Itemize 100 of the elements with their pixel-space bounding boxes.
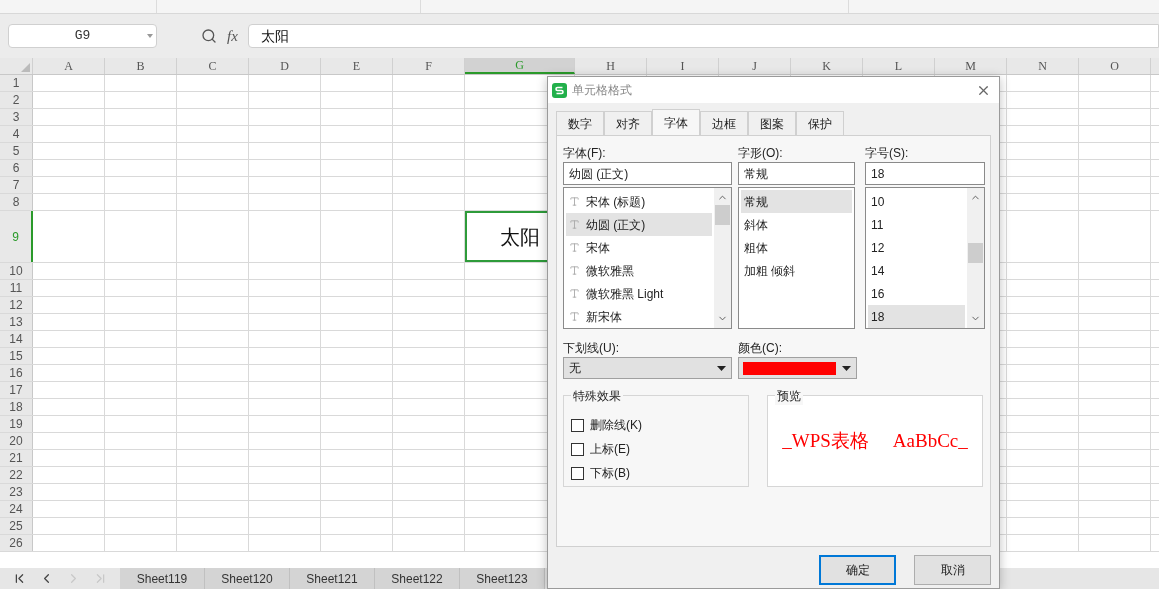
row-header[interactable]: 7 (0, 177, 33, 193)
sheet-tab[interactable]: Sheet119 (120, 568, 205, 589)
row-header[interactable]: 19 (0, 416, 33, 432)
list-item[interactable]: 新宋体 (566, 305, 712, 328)
list-item[interactable]: 幼圆 (正文) (566, 213, 712, 236)
row-header[interactable]: 6 (0, 160, 33, 176)
column-header[interactable]: E (321, 58, 393, 74)
dialog-tab[interactable]: 对齐 (604, 111, 652, 135)
underline-dropdown[interactable]: 无 (563, 357, 732, 379)
sheet-tab[interactable]: Sheet121 (290, 568, 375, 589)
list-item[interactable]: 宋体 (标题) (566, 190, 712, 213)
list-item[interactable]: 10 (868, 190, 965, 213)
list-item[interactable]: 12 (868, 236, 965, 259)
field-label: 下划线(U): (563, 340, 620, 357)
row-header[interactable]: 10 (0, 263, 33, 279)
dialog-tab[interactable]: 保护 (796, 111, 844, 135)
caret-icon (717, 365, 726, 371)
row-header[interactable]: 8 (0, 194, 33, 210)
list-item[interactable]: 11 (868, 213, 965, 236)
field-label: 字体(F): (563, 145, 607, 162)
text-field[interactable]: 幼圆 (正文) (563, 162, 732, 185)
column-header[interactable]: C (177, 58, 249, 74)
row-header[interactable]: 3 (0, 109, 33, 125)
column-header[interactable]: D (249, 58, 321, 74)
row-header[interactable]: 11 (0, 280, 33, 296)
list-item[interactable]: 斜体 (741, 213, 852, 236)
scrollbar[interactable] (967, 188, 984, 328)
field-label: 颜色(C): (738, 340, 783, 357)
font-type-icon (569, 288, 580, 299)
caret-icon (842, 365, 851, 371)
cancel-button[interactable]: 取消 (914, 555, 991, 585)
row-header[interactable]: 22 (0, 467, 33, 483)
list-item[interactable]: 粗体 (741, 236, 852, 259)
row-header[interactable]: 16 (0, 365, 33, 381)
text-field[interactable]: 常规 (738, 162, 855, 185)
column-header[interactable]: N (1007, 58, 1079, 74)
dialog-tab[interactable]: 数字 (556, 111, 604, 135)
checkbox[interactable] (571, 466, 584, 480)
caret-icon (147, 34, 153, 38)
column-header[interactable]: J (719, 58, 791, 74)
name-box[interactable]: G9 (8, 24, 157, 48)
checkbox-label: 删除线(K) (590, 417, 642, 434)
checkbox[interactable] (571, 442, 584, 456)
dialog-tab[interactable]: 字体 (652, 109, 700, 135)
sheet-tab[interactable]: Sheet122 (375, 568, 460, 589)
row-header[interactable]: 21 (0, 450, 33, 466)
column-header[interactable]: K (791, 58, 863, 74)
list-item[interactable]: 常规 (741, 190, 852, 213)
column-header[interactable]: A (33, 58, 105, 74)
font-type-icon (569, 242, 580, 253)
list-item[interactable]: 微软雅黑 (566, 259, 712, 282)
list-item[interactable]: 16 (868, 282, 965, 305)
list-item[interactable]: 微软雅黑 Light (566, 282, 712, 305)
checkbox-label: 上标(E) (590, 441, 630, 458)
list-item[interactable]: 14 (868, 259, 965, 282)
row-header[interactable]: 25 (0, 518, 33, 534)
column-header[interactable]: M (935, 58, 1007, 74)
select-all-icon[interactable] (21, 63, 30, 72)
font-type-icon (569, 219, 580, 230)
column-header[interactable]: O (1079, 58, 1151, 74)
dialog-title: 单元格格式 (572, 82, 633, 99)
column-header[interactable]: H (575, 58, 647, 74)
sheet-tab[interactable]: Sheet120 (205, 568, 290, 589)
checkbox-label: 下标(B) (590, 465, 630, 482)
dialog-tab[interactable]: 图案 (748, 111, 796, 135)
row-header[interactable]: 24 (0, 501, 33, 517)
row-header[interactable]: 13 (0, 314, 33, 330)
row-header[interactable]: 5 (0, 143, 33, 159)
function-button[interactable]: fx (227, 24, 238, 48)
row-header[interactable]: 26 (0, 535, 33, 551)
row-header[interactable]: 12 (0, 297, 33, 313)
list-item[interactable]: 18 (868, 305, 965, 328)
row-header[interactable]: 14 (0, 331, 33, 347)
row-header[interactable]: 15 (0, 348, 33, 364)
row-header[interactable]: 4 (0, 126, 33, 142)
dialog-tab[interactable]: 边框 (700, 111, 748, 135)
row-header[interactable]: 20 (0, 433, 33, 449)
column-header[interactable]: I (647, 58, 719, 74)
search-icon[interactable] (201, 28, 217, 44)
row-header[interactable]: 23 (0, 484, 33, 500)
list-item[interactable]: 加粗 倾斜 (741, 259, 852, 282)
row-header[interactable]: 18 (0, 399, 33, 415)
font-type-icon (569, 265, 580, 276)
preview-sample: AaBbCc_ (892, 428, 968, 453)
row-header[interactable]: 1 (0, 75, 33, 91)
sheet-tab[interactable]: Sheet123 (460, 568, 545, 589)
field-label: 字号(S): (865, 145, 910, 162)
ok-button[interactable]: 确定 (819, 555, 896, 585)
scroll-thumb[interactable] (968, 243, 983, 263)
column-header[interactable]: B (105, 58, 177, 74)
formula-field[interactable]: 太阳 (247, 24, 1159, 48)
color-dropdown[interactable] (738, 357, 857, 379)
row-header[interactable]: 17 (0, 382, 33, 398)
field-label: 字形(O): (738, 145, 784, 162)
text-field[interactable]: 18 (865, 162, 985, 185)
scroll-thumb[interactable] (715, 205, 730, 225)
row-header[interactable]: 2 (0, 92, 33, 108)
scrollbar[interactable] (714, 188, 731, 328)
checkbox[interactable] (571, 418, 584, 432)
column-header[interactable]: L (863, 58, 935, 74)
